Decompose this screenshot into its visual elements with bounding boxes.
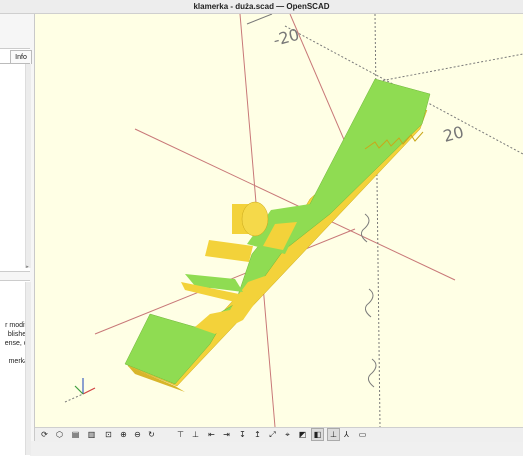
left-panel: Info ▸ r modify blished ense, or merka/ bbox=[0, 14, 35, 456]
scroll-down-icon[interactable]: ▸ bbox=[25, 264, 30, 270]
view-top-icon[interactable]: ⊤ bbox=[175, 429, 186, 440]
window-title: klamerka - duża.scad — OpenSCAD bbox=[193, 2, 330, 11]
show-edges-icon[interactable]: ▭ bbox=[357, 429, 368, 440]
export-stl-icon[interactable]: ▤ bbox=[70, 429, 81, 440]
view-all-icon[interactable]: ⊡ bbox=[103, 429, 114, 440]
export-dxf-icon[interactable]: ▥ bbox=[86, 429, 97, 440]
reset-view-icon[interactable]: ↻ bbox=[146, 429, 157, 440]
view-right-icon[interactable]: ⇥ bbox=[221, 429, 232, 440]
model-body bbox=[124, 78, 431, 392]
view-bottom-icon[interactable]: ⊥ bbox=[190, 429, 201, 440]
zoom-in-icon[interactable]: ⊕ bbox=[118, 429, 129, 440]
view-center-icon[interactable]: ⌖ bbox=[282, 429, 293, 440]
orthogonal-icon[interactable]: ◧ bbox=[311, 428, 324, 441]
title-bar: klamerka - duża.scad — OpenSCAD bbox=[0, 0, 523, 14]
info-tab[interactable]: Info bbox=[10, 50, 32, 64]
model-render: -20 20 bbox=[64, 14, 523, 427]
preview-icon[interactable]: ⟳ bbox=[39, 429, 50, 440]
view-diagonal-icon[interactable]: ⤢ bbox=[267, 429, 278, 440]
view-toolbar: ⟳ ⬡ ▤ ▥ ⊡ ⊕ ⊖ ↻ ⊤ ⊥ ⇤ ⇥ ↧ ↥ ⤢ ⌖ ◩ ◧ ⊥ ⅄ … bbox=[35, 427, 523, 442]
axis-label-neg20: -20 bbox=[271, 25, 301, 50]
axis-label-20: 20 bbox=[441, 122, 466, 146]
render-icon[interactable]: ⬡ bbox=[54, 429, 65, 440]
view-back-icon[interactable]: ↥ bbox=[252, 429, 263, 440]
view-left-icon[interactable]: ⇤ bbox=[206, 429, 217, 440]
show-axes-icon[interactable]: ⊥ bbox=[327, 428, 340, 441]
show-scale-icon[interactable]: ⅄ bbox=[341, 429, 352, 440]
console-scrollbar[interactable] bbox=[25, 282, 31, 455]
perspective-icon[interactable]: ◩ bbox=[297, 429, 308, 440]
editor-scrollbar[interactable] bbox=[25, 64, 31, 268]
zoom-out-icon[interactable]: ⊖ bbox=[132, 429, 143, 440]
axes-gizmo bbox=[64, 378, 96, 403]
3d-viewport[interactable]: -20 20 bbox=[35, 14, 523, 427]
view-front-icon[interactable]: ↧ bbox=[237, 429, 248, 440]
